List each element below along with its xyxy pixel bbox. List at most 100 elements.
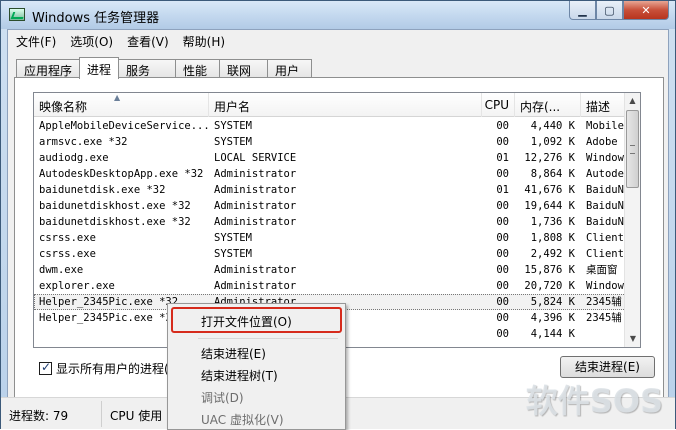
column-description[interactable]: 描述 [581,93,626,117]
tab-applications[interactable]: 应用程序 [16,59,81,79]
show-all-users-label: 显示所有用户的进程(S) [56,362,181,376]
checkbox-checked-icon[interactable] [39,360,52,375]
context-debug: 调试(D) [201,391,244,405]
tab-processes[interactable]: 进程 [79,57,120,79]
menu-file[interactable]: 文件(F) [8,30,62,50]
cell-description: Autodes [586,168,626,180]
menu-view[interactable]: 查看(V) [119,30,175,50]
column-cpu[interactable]: CPU [482,93,515,117]
column-user-name[interactable]: 用户名 [209,93,482,117]
cell-image: explorer.exe [39,280,115,292]
cell-image: audiodg.exe [39,152,109,164]
column-memory[interactable]: 内存(... [515,93,581,117]
cell-memory: 4,144 K [530,328,575,340]
cell-description: Client [586,248,624,260]
list-header: ▲ 映像名称 用户名 CPU 内存(... 描述 [34,93,626,117]
show-all-users-checkbox[interactable]: 显示所有用户的进程(S) [39,360,181,377]
close-button[interactable]: ✕ [623,1,669,20]
table-row[interactable]: baidunetdiskhost.exe *32 Administrator 00 1… [34,214,626,230]
cell-image: AppleMobileDeviceService... [39,120,209,132]
context-end-process-tree[interactable]: 结束进程树(T) [171,364,342,386]
tab-users[interactable]: 用户 [267,59,313,79]
cell-user: Administrator [214,184,297,196]
cell-description: Client [586,232,624,244]
cell-user: Administrator [214,280,297,292]
cell-image: baidunetdisk.exe *32 [39,184,166,196]
cell-description: 桌面窗 [586,264,618,276]
cell-cpu: 00 [496,296,509,308]
column-label: 映像名称 [39,100,88,114]
table-row[interactable]: explorer.exe Administrator 00 20,720 K Windo… [34,278,626,294]
tab-networking[interactable]: 联网 [219,59,269,79]
cell-user: LOCAL SERVICE [214,152,297,164]
cell-description: Windows [586,280,626,292]
cell-user: Administrator [214,168,297,180]
menu-bar: 文件(F) 选项(O) 查看(V) 帮助(H) [8,30,668,50]
cell-description: Adobe A [586,136,626,148]
table-row[interactable]: baidunetdiskhost.exe *32 Administrator 00 1… [34,198,626,214]
title-bar[interactable]: Windows 任务管理器 ▁ ▢ ✕ [1,1,675,29]
cell-description [581,326,626,342]
cell-cpu: 00 [496,120,509,132]
context-end-process[interactable]: 结束进程(E) [171,342,342,364]
column-image-name[interactable]: ▲ 映像名称 [34,93,209,117]
tab-performance[interactable]: 性能 [175,59,221,79]
table-row[interactable]: AutodeskDesktopApp.exe *32 Administrator 0… [34,166,626,182]
scroll-up-icon[interactable]: ▲ [625,93,640,109]
cell-user: SYSTEM [214,248,252,260]
cell-description: MobileD [586,120,626,132]
cell-cpu: 00 [496,216,509,228]
table-row[interactable]: dwm.exe Administrator 00 15,876 K 桌面窗 [34,262,626,278]
scroll-thumb[interactable] [626,110,639,188]
context-uac-virtualization: UAC 虚拟化(V) [201,413,284,427]
table-row[interactable]: audiodg.exe LOCAL SERVICE 01 12,276 K Window… [34,150,626,166]
cell-description: 2345辅 [586,312,622,324]
cell-image: baidunetdiskhost.exe *32 [39,216,191,228]
tab-services[interactable]: 服务 [118,59,177,79]
cell-cpu: 00 [496,200,509,212]
cell-cpu: 00 [496,328,509,340]
cell-memory: 2,492 K [530,248,575,260]
table-row[interactable]: csrss.exe SYSTEM 00 1,808 K Client [34,230,626,246]
vertical-scrollbar[interactable]: ▲ ▼ [624,93,640,347]
cell-memory: 20,720 K [524,280,575,292]
cell-memory: 41,676 K [524,184,575,196]
cell-cpu: 01 [496,184,509,196]
cell-image: csrss.exe [39,248,96,260]
cell-cpu: 01 [496,152,509,164]
cell-cpu: 00 [496,280,509,292]
cell-image: csrss.exe [39,232,96,244]
cell-user: SYSTEM [214,232,252,244]
cell-memory: 1,808 K [530,232,575,244]
table-row[interactable]: armsvc.exe *32 SYSTEM 00 1,092 K Adobe A [34,134,626,150]
cell-memory: 4,396 K [530,312,575,324]
cell-cpu: 00 [496,312,509,324]
table-row[interactable]: baidunetdisk.exe *32 Administrator 01 41,67… [34,182,626,198]
task-manager-icon [9,8,25,21]
maximize-button[interactable]: ▢ [596,1,623,20]
table-row[interactable]: AppleMobileDeviceService... SYSTEM 00 4,440… [34,118,626,134]
cell-memory: 8,864 K [530,168,575,180]
process-count: 进程数: 79 [1,401,102,427]
context-open-file-location[interactable]: 打开文件位置(O) [171,310,342,332]
table-row[interactable]: csrss.exe SYSTEM 00 2,492 K Client [34,246,626,262]
cell-cpu: 00 [496,248,509,260]
cell-user: Administrator [214,200,297,212]
menu-help[interactable]: 帮助(H) [175,30,231,50]
cell-description: Windows [586,152,626,164]
cell-memory: 4,440 K [530,120,575,132]
menu-options[interactable]: 选项(O) [62,30,119,50]
cell-description: BaiduNe [586,184,626,196]
cell-memory: 12,276 K [524,152,575,164]
window-controls: ▁ ▢ ✕ [569,1,669,20]
cell-memory: 15,876 K [524,264,575,276]
scroll-down-icon[interactable]: ▼ [625,331,640,347]
cell-image: dwm.exe [39,264,84,276]
cell-memory: 1,092 K [530,136,575,148]
cell-memory: 5,824 K [530,296,575,308]
minimize-button[interactable]: ▁ [569,1,596,20]
cell-user: SYSTEM [214,120,252,132]
cell-user: Administrator [214,216,297,228]
end-process-button[interactable]: 结束进程(E) [560,356,655,378]
context-menu: 打开文件位置(O) 结束进程(E) 结束进程树(T) 调试(D) UAC 虚拟化… [167,303,346,430]
